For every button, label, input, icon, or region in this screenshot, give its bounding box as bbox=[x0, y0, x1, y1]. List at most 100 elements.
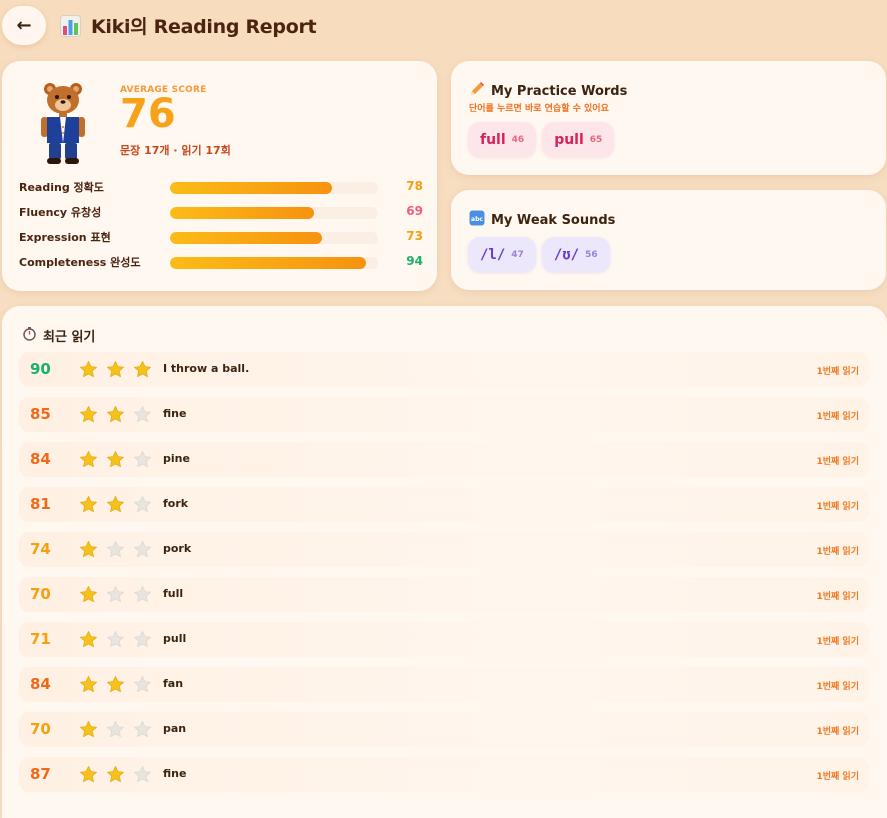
star-filled-icon bbox=[79, 450, 98, 469]
star-empty-icon bbox=[133, 405, 152, 424]
reading-row[interactable]: 84 fan 1번째 읽기 bbox=[19, 667, 869, 702]
weak-sound-chip[interactable]: /ʊ/56 bbox=[541, 237, 610, 272]
reading-row[interactable]: 87 fine 1번째 읽기 bbox=[19, 757, 869, 792]
practice-word-count: 65 bbox=[589, 134, 603, 145]
pencil-icon bbox=[469, 81, 485, 101]
recent-title: 최근 읽기 bbox=[43, 330, 96, 345]
star-filled-icon bbox=[79, 585, 98, 604]
reading-score: 81 bbox=[30, 495, 51, 513]
metric-bar-fill bbox=[170, 207, 314, 219]
bear-avatar bbox=[38, 81, 88, 165]
star-rating bbox=[79, 540, 152, 559]
star-empty-icon bbox=[106, 585, 125, 604]
page-title: Kiki의 Reading Report bbox=[91, 16, 317, 38]
metric-row: Completeness 완성도 94 bbox=[19, 253, 423, 271]
star-filled-icon bbox=[133, 360, 152, 379]
reading-sentence: fork bbox=[163, 497, 189, 510]
metric-value: 78 bbox=[406, 179, 423, 193]
reading-attempt: 1번째 읽기 bbox=[816, 547, 859, 557]
abc-icon: abc bbox=[469, 210, 485, 230]
reading-row[interactable]: 74 pork 1번째 읽기 bbox=[19, 532, 869, 567]
practice-word-list: full 46 pull 65 bbox=[468, 122, 615, 157]
star-filled-icon bbox=[79, 720, 98, 739]
reading-sentence: fan bbox=[163, 677, 184, 690]
reading-row[interactable]: 81 fork 1번째 읽기 bbox=[19, 487, 869, 522]
practice-word-count: 46 bbox=[511, 134, 525, 145]
average-score-value: 76 bbox=[120, 91, 176, 137]
metric-bar-fill bbox=[170, 182, 333, 194]
metric-label: Fluency 유창성 bbox=[19, 206, 102, 219]
star-empty-icon bbox=[106, 720, 125, 739]
recent-readings-list: 90 I throw a ball. 1번째 읽기 85 fine 1번째 읽기 84 pin… bbox=[19, 352, 869, 802]
reading-score: 90 bbox=[30, 360, 51, 378]
star-rating bbox=[79, 765, 152, 784]
weak-sound-list: /l/47/ʊ/56 bbox=[468, 237, 610, 272]
reading-row[interactable]: 90 I throw a ball. 1번째 읽기 bbox=[19, 352, 869, 387]
metric-bar-track bbox=[170, 257, 378, 269]
reading-attempt: 1번째 읽기 bbox=[816, 367, 859, 377]
weak-sound-count: 56 bbox=[585, 249, 598, 260]
star-rating bbox=[79, 675, 152, 694]
star-filled-icon bbox=[106, 405, 125, 424]
star-empty-icon bbox=[133, 585, 152, 604]
practice-word: pull bbox=[554, 131, 584, 148]
reading-score: 70 bbox=[30, 585, 51, 603]
metric-value: 69 bbox=[406, 204, 423, 218]
reading-row[interactable]: 71 pull 1번째 읽기 bbox=[19, 622, 869, 657]
practice-word-chip[interactable]: full 46 bbox=[468, 122, 537, 157]
star-rating bbox=[79, 720, 152, 739]
reading-sentence: pan bbox=[163, 722, 187, 735]
practice-word-chip[interactable]: pull 65 bbox=[542, 122, 615, 157]
reading-score: 85 bbox=[30, 405, 51, 423]
star-rating bbox=[79, 405, 152, 424]
reading-attempt: 1번째 읽기 bbox=[816, 457, 859, 467]
star-filled-icon bbox=[79, 765, 98, 784]
practice-words-card: My Practice Words 단어를 누르면 바로 연습할 수 있어요 f… bbox=[451, 61, 886, 175]
metric-bar-track bbox=[170, 182, 378, 194]
weak-sound: /l/ bbox=[480, 246, 506, 263]
reading-score: 74 bbox=[30, 540, 51, 558]
reading-attempt: 1번째 읽기 bbox=[816, 727, 859, 737]
practice-subtitle: 단어를 누르면 바로 연습할 수 있어요 bbox=[469, 104, 609, 114]
score-summary: 문장 17개 · 읽기 17회 bbox=[120, 144, 231, 157]
star-filled-icon bbox=[106, 495, 125, 514]
back-button[interactable]: ← bbox=[2, 6, 46, 45]
reading-score: 71 bbox=[30, 630, 51, 648]
star-empty-icon bbox=[133, 765, 152, 784]
reading-score: 84 bbox=[30, 450, 51, 468]
stopwatch-icon bbox=[22, 326, 37, 345]
recent-header: 최근 읽기 bbox=[22, 326, 95, 345]
metric-label: Completeness 완성도 bbox=[19, 256, 141, 269]
practice-header: My Practice Words bbox=[469, 81, 627, 101]
metric-row: Fluency 유창성 69 bbox=[19, 203, 423, 221]
reading-attempt: 1번째 읽기 bbox=[816, 637, 859, 647]
reading-row[interactable]: 70 pan 1번째 읽기 bbox=[19, 712, 869, 747]
reading-attempt: 1번째 읽기 bbox=[816, 592, 859, 602]
score-card: AVERAGE SCORE 76 문장 17개 · 읽기 17회 Reading… bbox=[2, 61, 437, 291]
star-empty-icon bbox=[106, 630, 125, 649]
practice-word: full bbox=[480, 131, 506, 148]
metric-value: 73 bbox=[406, 229, 423, 243]
reading-row[interactable]: 70 full 1번째 읽기 bbox=[19, 577, 869, 612]
star-filled-icon bbox=[106, 450, 125, 469]
metric-value: 94 bbox=[406, 254, 423, 268]
reading-row[interactable]: 85 fine 1번째 읽기 bbox=[19, 397, 869, 432]
metric-row: Expression 표현 73 bbox=[19, 228, 423, 246]
reading-sentence: full bbox=[163, 587, 184, 600]
metric-bar-fill bbox=[170, 232, 322, 244]
weak-sound-chip[interactable]: /l/47 bbox=[468, 237, 536, 272]
title-group: Kiki의 Reading Report bbox=[60, 12, 317, 39]
star-empty-icon bbox=[133, 540, 152, 559]
star-filled-icon bbox=[106, 360, 125, 379]
page-header: ← Kiki의 Reading Report bbox=[0, 0, 887, 52]
bar-chart-icon bbox=[60, 14, 81, 37]
reading-score: 87 bbox=[30, 765, 51, 783]
reading-sentence: pine bbox=[163, 452, 190, 465]
star-rating bbox=[79, 495, 152, 514]
metric-row: Reading 정확도 78 bbox=[19, 178, 423, 196]
weak-sounds-card: abc My Weak Sounds /l/47/ʊ/56 bbox=[451, 190, 886, 290]
reading-row[interactable]: 84 pine 1번째 읽기 bbox=[19, 442, 869, 477]
weak-sound-count: 47 bbox=[511, 249, 524, 260]
star-empty-icon bbox=[133, 675, 152, 694]
reading-attempt: 1번째 읽기 bbox=[816, 502, 859, 512]
